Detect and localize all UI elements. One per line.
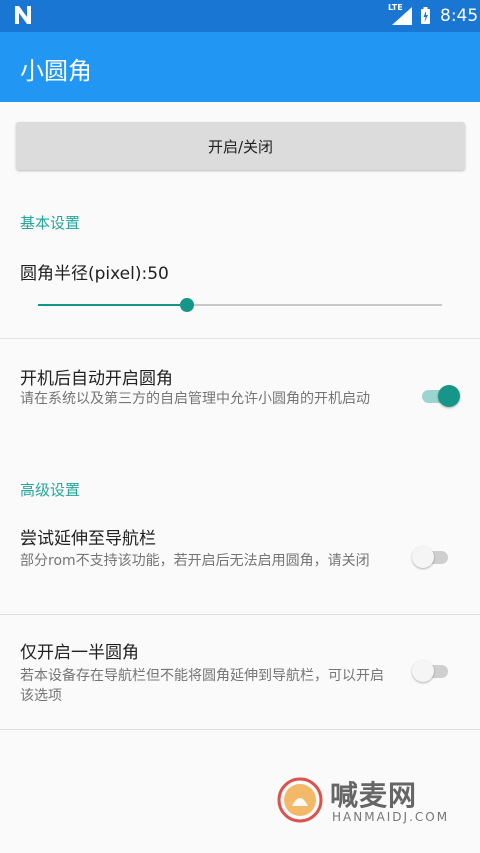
section-header-advanced: 高级设置 (20, 481, 81, 499)
app-bar: 小圆角 (0, 32, 480, 102)
pref-summary-auto-start: 请在系统以及第三方的自启管理中允许小圆角的开机启动 (20, 391, 370, 407)
pref-summary-extend-nav: 部分rom不支持该功能，若开启后无法启用圆角，请关闭 (20, 553, 370, 569)
divider (0, 614, 480, 615)
auto-start-switch[interactable] (420, 383, 460, 409)
watermark-sub: HANMAIDJ.COM (332, 810, 450, 824)
battery-icon (421, 7, 430, 24)
slider-fill (38, 304, 188, 306)
toggle-on-off-button[interactable]: 开启/关闭 (16, 122, 465, 170)
pref-summary-half-corner: 若本设备存在导航栏但不能将圆角延伸到导航栏，可以开启该选项 (20, 668, 384, 704)
pref-title-auto-start: 开机后自动开启圆角 (20, 369, 173, 389)
divider (0, 338, 480, 339)
pref-title-half-corner: 仅开启一半圆角 (20, 643, 139, 663)
extend-nav-switch[interactable] (412, 544, 452, 570)
switch-thumb (412, 546, 434, 568)
watermark: 喊麦网 HANMAIDJ.COM (272, 774, 480, 828)
watermark-logo-icon (277, 777, 323, 823)
switch-thumb (438, 385, 460, 407)
radius-slider[interactable] (38, 296, 442, 316)
notification-n-icon (15, 6, 31, 24)
divider (0, 729, 480, 730)
status-bar: LTE 8:45 (0, 0, 480, 32)
watermark-text: 喊麦网 (330, 779, 418, 812)
radius-label: 圆角半径(pixel):50 (20, 264, 169, 284)
half-corner-switch[interactable] (412, 658, 452, 684)
status-time: 8:45 (440, 6, 479, 26)
switch-thumb (412, 660, 434, 682)
slider-thumb[interactable] (180, 298, 195, 312)
signal-icon (392, 7, 412, 25)
section-header-basic: 基本设置 (20, 214, 81, 232)
pref-title-extend-nav: 尝试延伸至导航栏 (20, 529, 156, 549)
app-title: 小圆角 (20, 57, 92, 85)
